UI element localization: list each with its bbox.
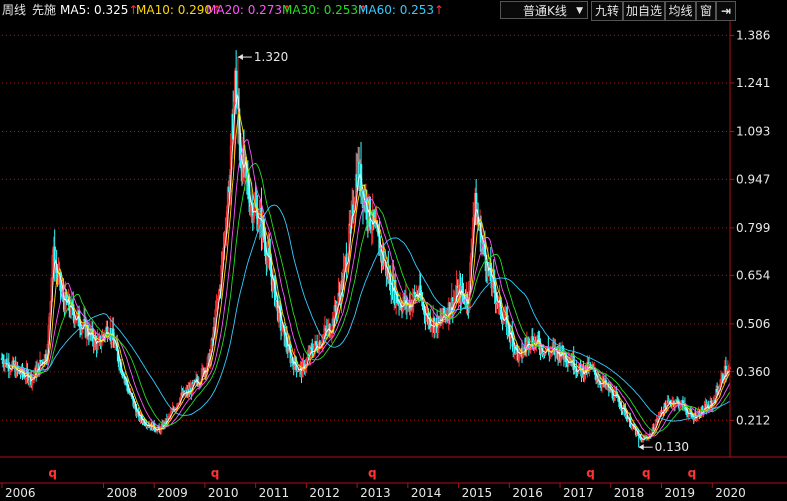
x-tick-label: 2009 [157, 486, 188, 500]
annotation-label: 0.130 [655, 440, 689, 454]
q-marker: q [586, 466, 595, 480]
x-tick-label: 2006 [5, 486, 36, 500]
y-tick-label: 1.093 [736, 124, 770, 138]
x-tick-label: 2015 [462, 486, 493, 500]
q-marker: q [688, 466, 697, 480]
x-tick-label: 2012 [309, 486, 340, 500]
x-tick-label: 2018 [614, 486, 645, 500]
x-tick-label: 2017 [563, 486, 594, 500]
price-annotation: 1.320 [237, 50, 288, 64]
annotation-label: 1.320 [254, 50, 288, 64]
x-tick-label: 2016 [512, 486, 543, 500]
y-tick-label: 0.799 [736, 221, 770, 235]
price-annotation: 0.130 [638, 440, 689, 454]
arrow-icon [638, 444, 644, 451]
x-tick-label: 2014 [411, 486, 442, 500]
q-marker: q [642, 466, 651, 480]
x-tick-label: 2020 [715, 486, 746, 500]
ma-line-ma10 [1, 110, 731, 439]
y-tick-label: 0.360 [736, 365, 770, 379]
y-tick-label: 0.654 [736, 268, 770, 282]
kline-chart[interactable]: 1.386 1.241 1.093 0.947 0.799 0.654 0.506 0.360… [0, 0, 787, 501]
q-marker: q [211, 466, 220, 480]
q-marker: q [48, 466, 57, 480]
x-tick-label: 2013 [360, 486, 391, 500]
y-tick-label: 1.241 [736, 76, 770, 90]
y-tick-label: 0.506 [736, 317, 770, 331]
ma-line-ma60 [1, 204, 731, 422]
arrow-icon [237, 54, 243, 61]
ma-lines [1, 93, 731, 440]
x-tick-label: 2010 [208, 486, 239, 500]
x-tick-label: 2008 [106, 486, 137, 500]
x-tick-label: 2011 [259, 486, 290, 500]
q-marker: q [368, 466, 377, 480]
x-tick-label: 2019 [665, 486, 696, 500]
candles [0, 50, 732, 448]
y-tick-label: 0.947 [736, 172, 770, 186]
y-tick-label: 1.386 [736, 28, 770, 42]
y-tick-label: 0.212 [736, 413, 770, 427]
